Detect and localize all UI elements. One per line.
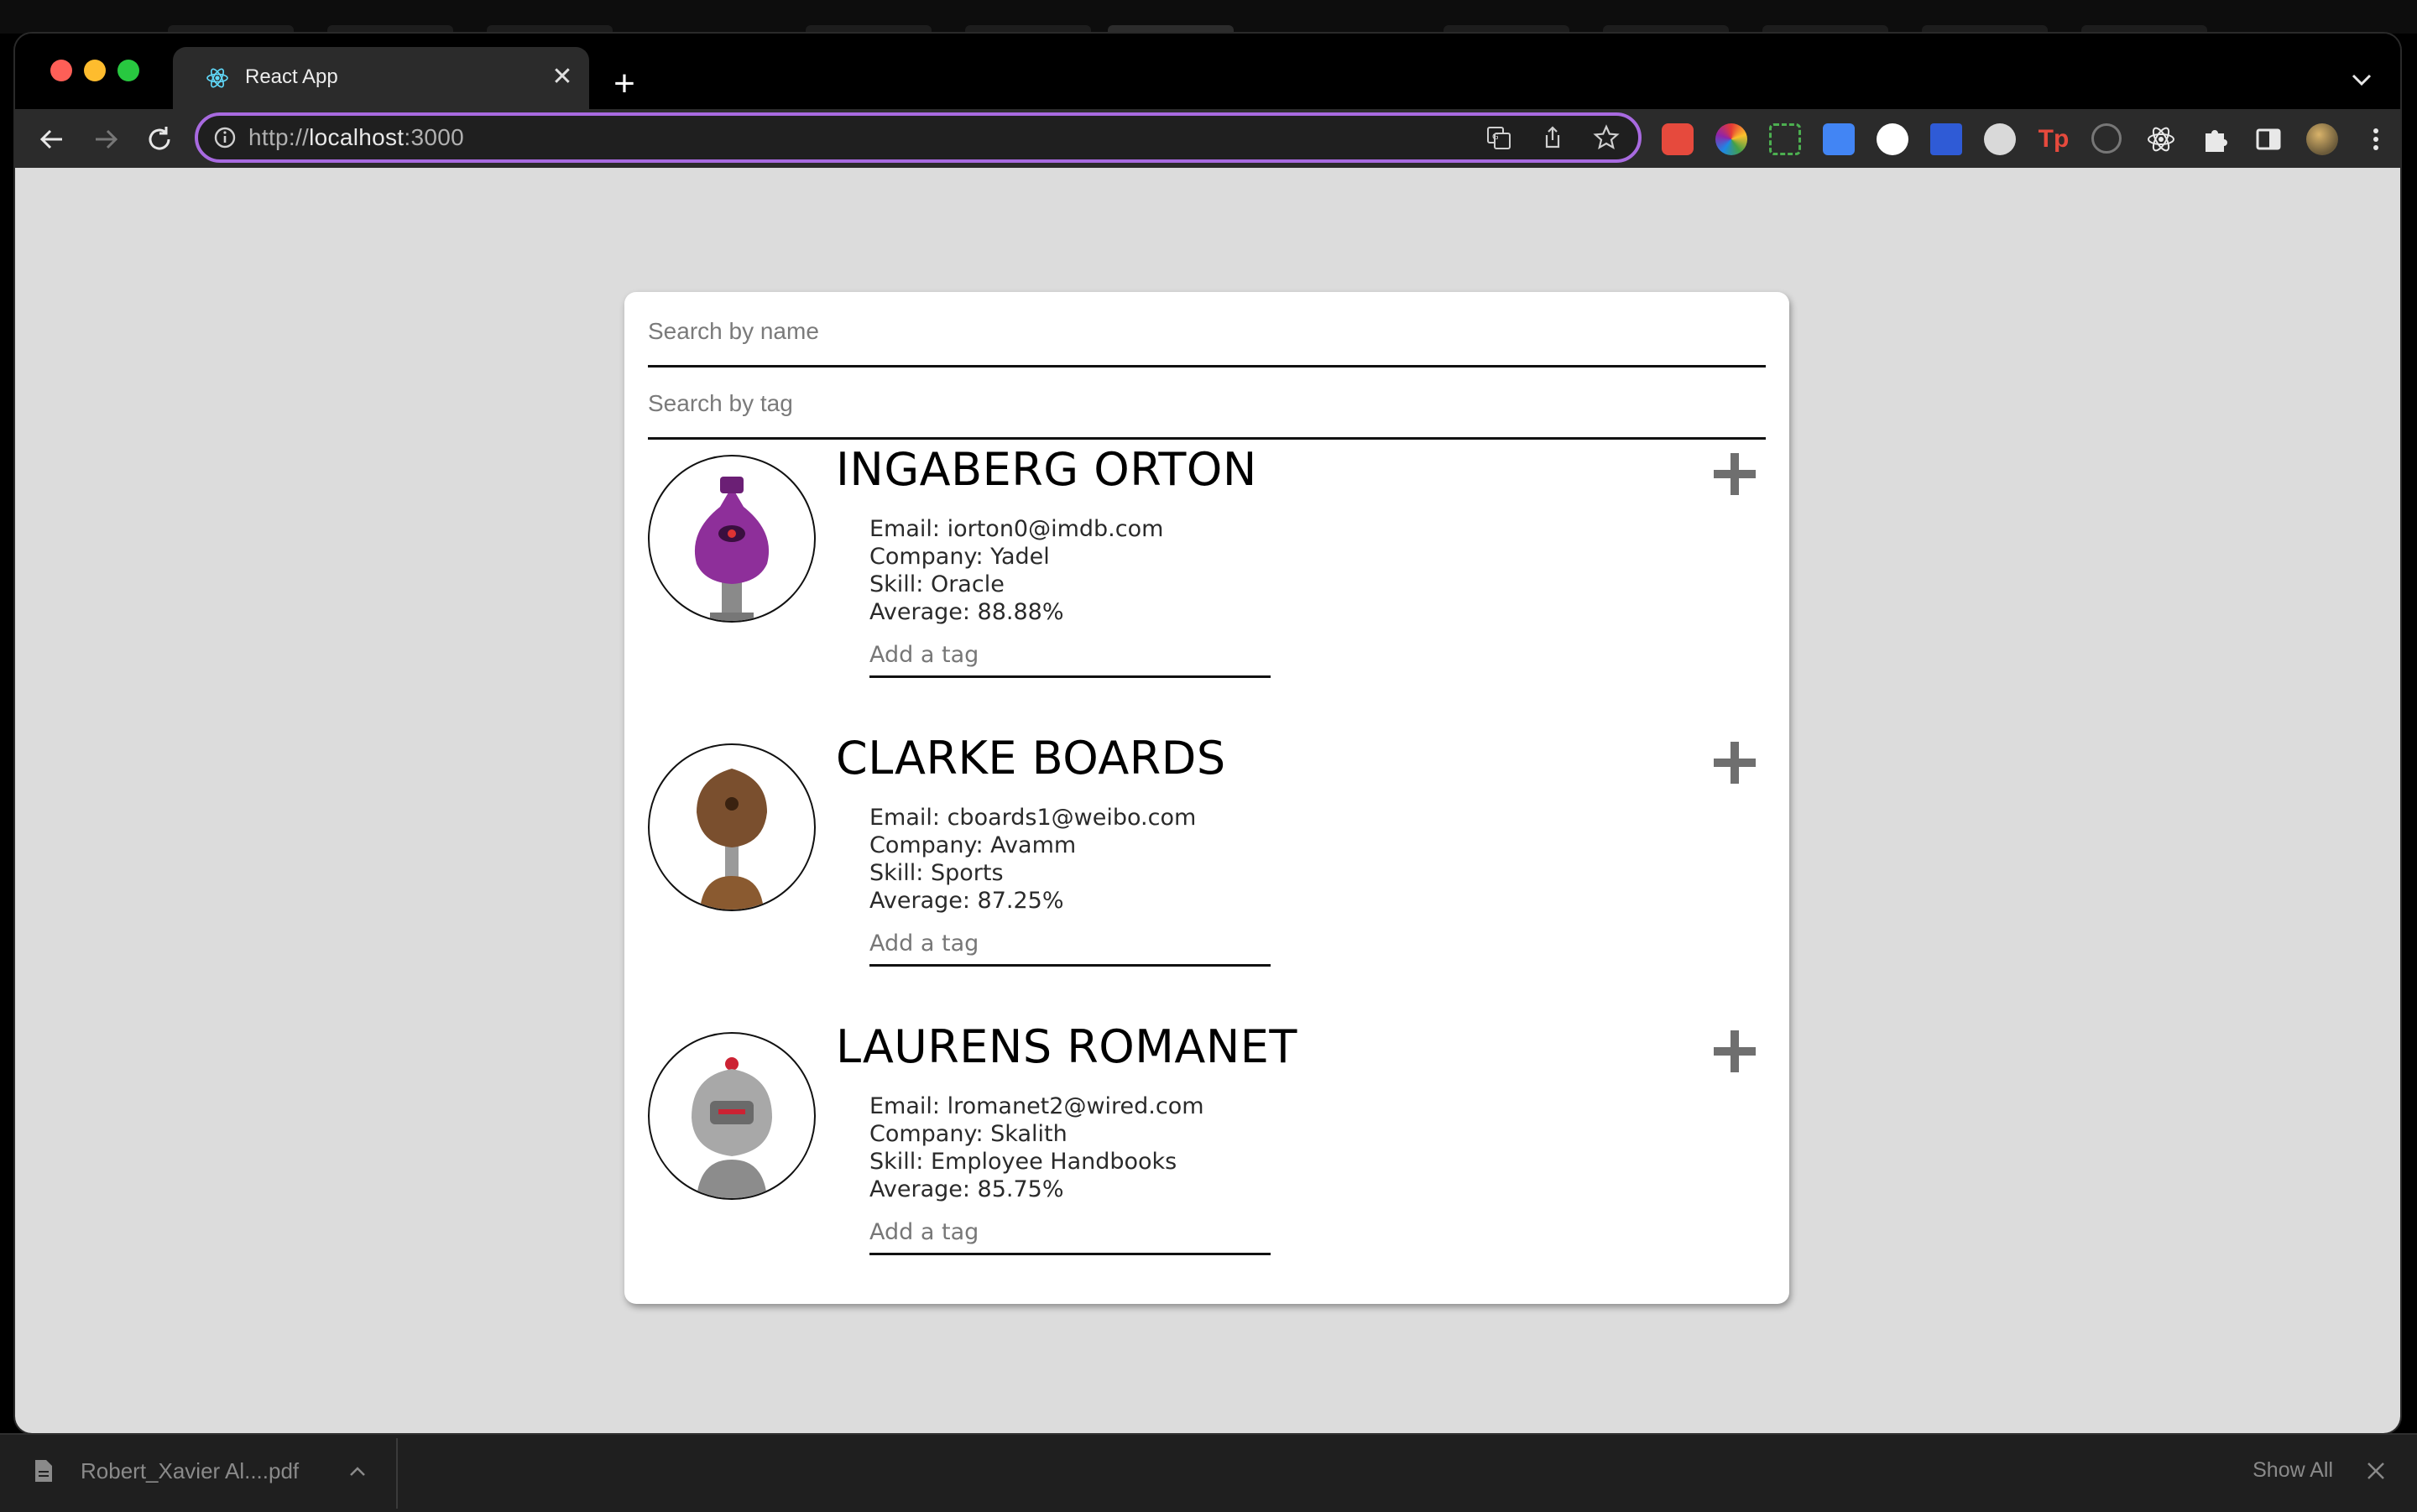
student-name: CLARKE BOARDS xyxy=(836,732,1226,785)
extension-react-devtools-icon[interactable] xyxy=(2145,123,2177,155)
minimize-window-button[interactable] xyxy=(84,60,106,81)
kebab-menu-icon[interactable] xyxy=(2360,123,2392,155)
address-bar[interactable]: http://localhost:3000 G xyxy=(195,112,1642,163)
info-icon[interactable] xyxy=(213,126,237,149)
puzzle-icon[interactable] xyxy=(2199,123,2231,155)
student-skill: Skill: Employee Handbooks xyxy=(869,1149,1177,1175)
page-viewport: INGABERG ORTON Email: iorton0@imdb.com C… xyxy=(15,168,2400,1433)
student-row: LAURENS ROMANET Email: lromanet2@wired.c… xyxy=(624,1020,1789,1309)
browser-toolbar: http://localhost:3000 G Tp xyxy=(15,109,2400,168)
extension-shield-icon[interactable] xyxy=(1930,123,1962,155)
new-tab-button[interactable]: + xyxy=(608,65,641,102)
chevron-down-icon[interactable] xyxy=(2345,67,2378,92)
robot-purple-icon xyxy=(694,477,770,621)
student-avatar xyxy=(648,743,816,911)
svg-text:G: G xyxy=(1492,133,1499,142)
student-company: Company: Skalith xyxy=(869,1121,1068,1147)
tab-react-app[interactable]: React App ✕ xyxy=(173,47,589,109)
back-icon[interactable] xyxy=(35,123,69,156)
plus-icon[interactable] xyxy=(1710,1027,1759,1076)
url-prefix: http:// xyxy=(248,124,310,150)
student-email: Email: lromanet2@wired.com xyxy=(869,1093,1204,1119)
avatar[interactable] xyxy=(2306,123,2338,155)
student-avatar xyxy=(648,1032,816,1200)
student-company: Company: Avamm xyxy=(869,832,1077,858)
student-details: Email: lromanet2@wired.com Company: Skal… xyxy=(869,1092,1204,1203)
extension-screenshot-icon[interactable] xyxy=(1769,123,1801,155)
download-file-name[interactable]: Robert_Xavier Al....pdf xyxy=(81,1458,299,1484)
student-row: CLARKE BOARDS Email: cboards1@weibo.com … xyxy=(624,732,1789,1020)
maximize-window-button[interactable] xyxy=(117,60,139,81)
search-by-tag-input[interactable] xyxy=(648,369,1766,440)
downloads-bar: Robert_Xavier Al....pdf Show All xyxy=(0,1433,2417,1512)
show-all-button[interactable]: Show All xyxy=(2244,1453,2341,1488)
close-window-button[interactable] xyxy=(50,60,72,81)
star-icon[interactable] xyxy=(1593,124,1620,151)
close-icon[interactable] xyxy=(2363,1458,2388,1483)
share-icon[interactable] xyxy=(1539,124,1566,151)
os-menubar xyxy=(0,0,2417,37)
student-details: Email: cboards1@weibo.com Company: Avamm… xyxy=(869,804,1196,915)
reload-icon[interactable] xyxy=(143,123,176,156)
students-card: INGABERG ORTON Email: iorton0@imdb.com C… xyxy=(624,292,1789,1304)
file-icon xyxy=(35,1460,52,1482)
divider xyxy=(396,1438,398,1509)
plus-icon[interactable] xyxy=(1710,738,1759,787)
browser-window: React App ✕ + http://localhost:3000 G Tp… xyxy=(15,34,2400,1433)
translate-icon[interactable]: G xyxy=(1485,124,1512,151)
close-tab-icon[interactable]: ✕ xyxy=(547,62,577,92)
tab-strip: React App ✕ + xyxy=(15,34,2400,109)
student-details: Email: iorton0@imdb.com Company: Yadel S… xyxy=(869,515,1163,626)
student-name: LAURENS ROMANET xyxy=(836,1020,1297,1073)
url-host: localhost xyxy=(309,124,405,150)
extension-colorpicker-icon[interactable] xyxy=(1715,123,1747,155)
add-tag-input[interactable] xyxy=(869,923,1271,967)
extension-recycle-icon[interactable] xyxy=(2091,123,2122,154)
robot-brown-icon xyxy=(697,769,767,910)
add-tag-input[interactable] xyxy=(869,1212,1271,1255)
robot-grey-icon xyxy=(692,1057,772,1198)
extension-record-icon[interactable] xyxy=(1662,123,1694,155)
react-icon xyxy=(206,68,228,88)
extension-json-icon[interactable] xyxy=(1877,123,1908,155)
search-by-name-input[interactable] xyxy=(648,297,1766,368)
student-name: INGABERG ORTON xyxy=(836,443,1257,496)
student-email: Email: cboards1@weibo.com xyxy=(869,805,1197,831)
add-tag-input[interactable] xyxy=(869,634,1271,678)
plus-icon[interactable] xyxy=(1710,450,1759,498)
sidebar-icon[interactable] xyxy=(2253,123,2284,155)
extension-profile-icon[interactable] xyxy=(1984,123,2016,155)
student-email: Email: iorton0@imdb.com xyxy=(869,516,1164,542)
student-skill: Skill: Sports xyxy=(869,860,1004,886)
chevron-up-icon[interactable] xyxy=(346,1460,369,1483)
student-average: Average: 85.75% xyxy=(869,1176,1064,1202)
student-skill: Skill: Oracle xyxy=(869,571,1005,597)
tab-title: React App xyxy=(245,65,338,88)
url-port: :3000 xyxy=(404,124,464,150)
student-row: INGABERG ORTON Email: iorton0@imdb.com C… xyxy=(624,443,1789,732)
url-text: http://localhost:3000 xyxy=(248,124,464,151)
extension-tp-icon[interactable]: Tp xyxy=(2038,123,2070,155)
student-company: Company: Yadel xyxy=(869,544,1050,570)
student-average: Average: 87.25% xyxy=(869,888,1064,914)
student-average: Average: 88.88% xyxy=(869,599,1064,625)
student-avatar xyxy=(648,455,816,623)
extension-translate-icon[interactable] xyxy=(1823,123,1855,155)
forward-icon[interactable] xyxy=(89,123,123,156)
